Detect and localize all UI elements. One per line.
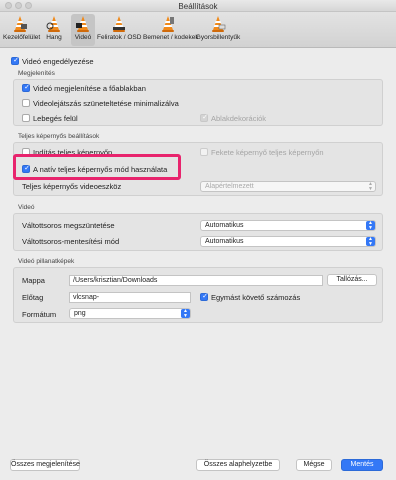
minimize-on-pause-label: Videolejátszás szüneteltetése minimalizá… <box>33 99 179 108</box>
fullscreen-device-label: Teljes képernyős videoeszköz <box>22 182 122 191</box>
preferences-toolbar: Kezelőfelület Hang Videó Feliratok / OSD… <box>0 12 396 48</box>
video-cone-icon <box>76 16 89 32</box>
chevron-updown-icon: ▲ ▼ <box>366 221 375 230</box>
float-on-top-label: Lebegés felül <box>33 114 78 123</box>
black-screens-checkbox[interactable] <box>200 148 208 156</box>
show-in-main-window-label: Videó megjelenítése a főablakban <box>33 84 146 93</box>
folder-label: Mappa <box>22 276 45 285</box>
window-title: Beállítások <box>178 2 218 11</box>
video-enable-checkbox[interactable] <box>11 56 20 65</box>
folder-field[interactable]: /Users/krisztian/Downloads <box>69 275 323 286</box>
preferences-window: Beállítások Kezelőfelület Hang Videó Fel… <box>0 0 396 480</box>
video-heading: Videó <box>18 204 35 211</box>
show-all-button[interactable]: Összes megjelenítése <box>10 459 80 471</box>
title-bar: Beállítások <box>0 0 396 12</box>
interface-cone-icon <box>14 16 27 32</box>
tab-video[interactable]: Videó <box>71 14 95 46</box>
cancel-button[interactable]: Mégse <box>296 459 332 471</box>
tab-hotkeys[interactable]: Gyorsbillentyűk <box>195 14 241 46</box>
snapshots-group: Mappa /Users/krisztian/Downloads Tallózá… <box>13 267 383 323</box>
fullscreen-heading: Teljes képernyős beállítások <box>18 133 100 140</box>
sequential-numbering-checkbox[interactable] <box>200 292 209 301</box>
display-heading: Megjelenítés <box>18 70 55 77</box>
minimize-on-pause-checkbox[interactable] <box>22 99 30 107</box>
reset-all-button[interactable]: Összes alaphelyzetbe <box>196 459 280 471</box>
float-on-top-checkbox[interactable] <box>22 114 30 122</box>
black-screens-label: Fekete képernyő teljes képernyőn <box>211 148 324 157</box>
chevron-updown-icon: ▲ ▼ <box>181 309 190 318</box>
audio-cone-icon <box>46 16 60 32</box>
prefix-label: Előtag <box>22 293 44 302</box>
browse-button[interactable]: Tallózás... <box>327 274 377 286</box>
subtitles-cone-icon <box>113 16 125 32</box>
display-group: Videó megjelenítése a főablakban Videole… <box>13 79 383 126</box>
tab-input-codecs[interactable]: Bemenet / kodekek <box>143 14 199 46</box>
fullscreen-device-select[interactable]: Alapértelmezett ▲ ▼ <box>200 181 376 192</box>
tab-audio[interactable]: Hang <box>39 14 69 46</box>
sequential-numbering-label: Egymást követő számozás <box>211 293 301 302</box>
window-decorations-checkbox[interactable] <box>200 113 209 122</box>
show-in-main-window-checkbox[interactable] <box>22 83 31 92</box>
format-select[interactable]: png ▲ ▼ <box>69 308 191 319</box>
input-cone-icon <box>162 16 174 32</box>
native-fullscreen-highlight <box>13 154 181 180</box>
deinterlace-mode-label: Váltottsoros-mentesítési mód <box>22 237 120 246</box>
snapshots-heading: Videó pillanatképek <box>18 258 75 265</box>
tab-subtitles-osd[interactable]: Feliratok / OSD <box>97 14 141 46</box>
deinterlace-label: Váltottsoros megszüntetése <box>22 221 115 230</box>
save-button[interactable]: Mentés <box>341 459 383 471</box>
deinterlace-select[interactable]: Automatikus ▲ ▼ <box>200 220 376 231</box>
chevron-updown-icon: ▲ ▼ <box>366 237 375 246</box>
tab-interface[interactable]: Kezelőfelület <box>3 14 40 46</box>
deinterlace-mode-select[interactable]: Automatikus ▲ ▼ <box>200 236 376 247</box>
window-decorations-label: Ablakdekorációk <box>211 114 267 123</box>
format-label: Formátum <box>22 310 57 319</box>
video-group: Váltottsoros megszüntetése Automatikus ▲… <box>13 213 383 251</box>
hotkeys-cone-icon <box>212 16 226 32</box>
chevron-updown-icon: ▲ ▼ <box>368 181 373 192</box>
video-enable-label: Videó engedélyezése <box>22 57 94 66</box>
prefix-field[interactable]: vlcsnap- <box>69 292 191 303</box>
